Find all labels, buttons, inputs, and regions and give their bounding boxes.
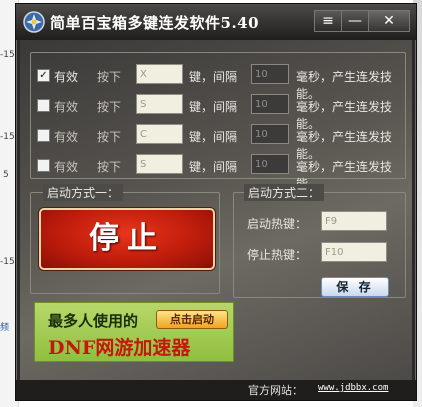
start-hotkey-input[interactable]: F9 (321, 211, 387, 231)
enable-label: 有效 (54, 70, 79, 84)
press-label: 按下 (97, 130, 122, 144)
interval-input[interactable]: 10 (251, 64, 289, 84)
stop-hotkey-label: 停止热键： (247, 248, 308, 262)
key-input[interactable]: S (136, 154, 183, 174)
start-mode-1-legend: 启动方式一： (43, 184, 124, 201)
save-button[interactable]: 保 存 (321, 277, 389, 297)
enable-checkbox[interactable] (37, 129, 50, 142)
ad-product-name: DNF网游加速器 (48, 337, 191, 359)
key-row: 有效 按下 S 键，间隔 10 毫秒，产生连发技能。 (31, 94, 405, 131)
main-content: ✓ 有效 按下 X 键，间隔 10 毫秒，产生连发技能。 有效 按下 S 键，间… (20, 40, 412, 392)
website-label: 官方网站： (248, 384, 303, 397)
background-fragment: -15 (0, 257, 15, 267)
interval-label: 键，间隔 (189, 70, 238, 84)
background-fragment: 5 (3, 170, 9, 180)
key-row: ✓ 有效 按下 X 键，间隔 10 毫秒，产生连发技能。 (31, 64, 405, 101)
title-bar[interactable]: 简单百宝箱多键连发软件5.40 ≡ — ✕ (16, 4, 416, 40)
footer-bar: 官方网站： www.jdbbx.com (16, 380, 416, 400)
key-input[interactable]: S (136, 94, 183, 114)
press-label: 按下 (97, 70, 122, 84)
interval-input[interactable]: 10 (251, 154, 289, 174)
interval-label: 键，间隔 (189, 130, 238, 144)
enable-label: 有效 (54, 100, 79, 114)
start-hotkey-label: 启动热键： (247, 217, 308, 231)
interval-label: 键，间隔 (189, 160, 238, 174)
ad-tagline: 最多人使用的 (48, 312, 139, 330)
stop-hotkey-input[interactable]: F10 (321, 242, 387, 262)
close-icon: ✕ (383, 13, 395, 29)
background-fragment: -15 (0, 132, 15, 142)
minimize-button[interactable]: — (341, 10, 369, 32)
menu-icon: ≡ (322, 13, 334, 29)
key-row: 有效 按下 S 键，间隔 10 毫秒，产生连发技能。 (31, 154, 405, 191)
close-button[interactable]: ✕ (368, 10, 410, 32)
background-fragment: -15 (0, 50, 15, 60)
interval-input[interactable]: 10 (251, 94, 289, 114)
enable-label: 有效 (54, 130, 79, 144)
app-logo-icon (23, 11, 45, 33)
press-label: 按下 (97, 100, 122, 114)
minimize-icon: — (348, 13, 362, 29)
start-mode-2-legend: 启动方式二： (244, 184, 325, 201)
stop-button[interactable]: 停止 (39, 208, 215, 270)
enable-checkbox[interactable]: ✓ (37, 69, 50, 82)
keys-panel: ✓ 有效 按下 X 键，间隔 10 毫秒，产生连发技能。 有效 按下 S 键，间… (30, 52, 406, 191)
press-label: 按下 (97, 160, 122, 174)
window-title: 简单百宝箱多键连发软件5.40 (50, 14, 260, 32)
interval-input[interactable]: 10 (251, 124, 289, 144)
background-fragment: 频 (0, 323, 10, 333)
key-row: 有效 按下 C 键，间隔 10 毫秒，产生连发技能。 (31, 124, 405, 161)
start-mode-2-group: 启动方式二： 启动热键： F9 停止热键： F10 保 存 (233, 184, 406, 298)
enable-checkbox[interactable] (37, 159, 50, 172)
enable-label: 有效 (54, 160, 79, 174)
app-window: 简单百宝箱多键连发软件5.40 ≡ — ✕ ✓ 有效 按下 X 键，间隔 10 … (15, 3, 417, 401)
enable-checkbox[interactable] (37, 99, 50, 112)
ad-launch-button[interactable]: 点击启动 (156, 310, 228, 329)
website-link[interactable]: www.jdbbx.com (318, 383, 388, 393)
key-input[interactable]: C (136, 124, 183, 144)
key-input[interactable]: X (136, 64, 183, 84)
interval-label: 键，间隔 (189, 100, 238, 114)
ad-banner[interactable]: 最多人使用的 点击启动 DNF网游加速器 (34, 302, 234, 362)
menu-button[interactable]: ≡ (314, 10, 342, 32)
start-mode-1-group: 启动方式一： 停止 (30, 184, 220, 294)
